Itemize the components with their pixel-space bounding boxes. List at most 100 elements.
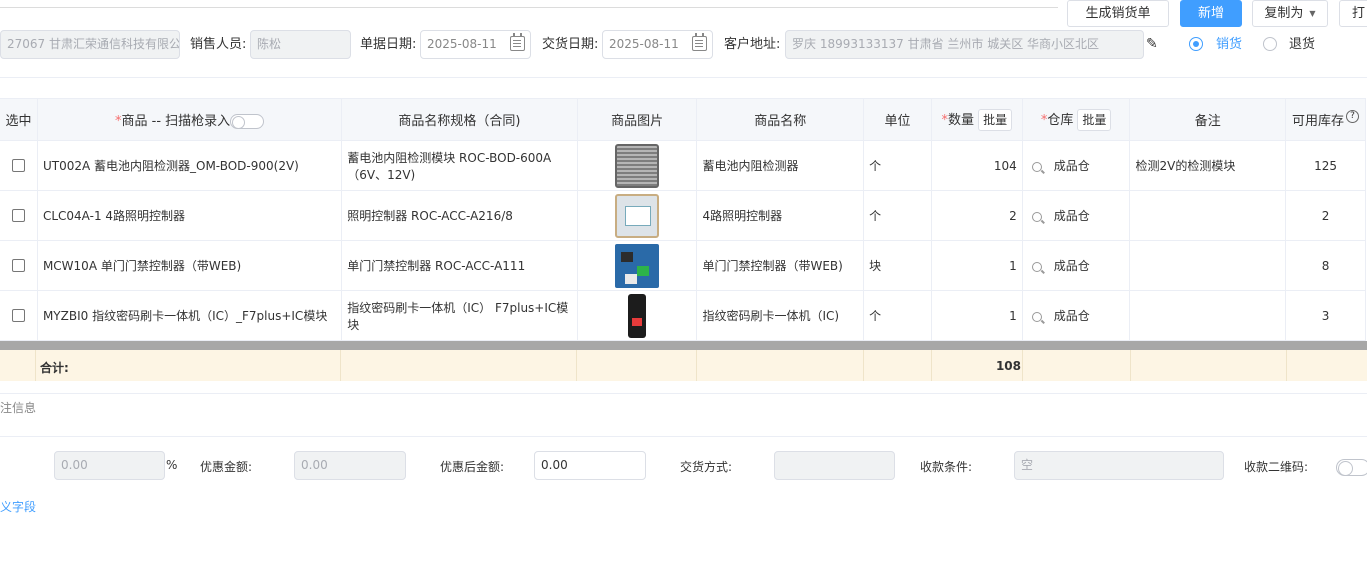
warehouse-value: 成品仓 [1053,209,1090,223]
salesperson-label: 销售人员: [190,37,247,52]
warehouse-cell[interactable]: 成品仓 [1021,140,1131,191]
remark-section-title: 注信息 [0,401,37,415]
product-image[interactable] [615,243,660,288]
unit-cell: 个 [863,140,932,191]
name-cell: 4路照明控制器 [696,190,865,241]
total-label: 合计: [40,361,69,375]
toolbar-divider [0,7,1058,8]
payment-terms-input[interactable]: 空 [1014,451,1224,480]
percent-label: % [166,458,178,472]
remark-cell[interactable] [1129,240,1287,291]
warehouse-batch-button[interactable]: 批量 [1077,108,1112,131]
edit-icon[interactable]: ✎ [1146,36,1158,52]
address-field[interactable]: 罗庆 18993133137 甘肃省 兰州市 城关区 华商小区北区 [785,30,1144,59]
remark-cell[interactable] [1129,290,1287,341]
discount-amount-label: 优惠金额: [200,460,253,474]
total-qty: 108 [995,359,1021,373]
header-product: *商品 -- 扫描枪录入 [36,98,343,141]
add-new-button[interactable]: 新增 [1180,0,1242,27]
remark-cell[interactable] [1129,190,1287,241]
salesperson-field[interactable]: 陈松 [250,30,351,59]
address-label: 客户地址: [724,37,781,52]
sale-radio[interactable] [1189,37,1203,51]
header-qty: *数量 批量 [930,98,1023,141]
spec-cell: 蓄电池内阻检测模块 ROC-BOD-600A（6V、12V) [341,140,578,191]
after-discount-input[interactable]: 0.00 [534,451,646,480]
delivery-method-label: 交货方式: [680,460,733,474]
row-checkbox[interactable] [11,209,25,222]
warehouse-cell[interactable]: 成品仓 [1021,240,1131,291]
delivery-method-input[interactable] [774,451,895,480]
section-divider [0,436,1367,437]
row-checkbox[interactable] [11,309,25,322]
header-stock: 可用库存? [1285,98,1366,141]
doc-date-label: 单据日期: [360,37,417,52]
warehouse-cell[interactable]: 成品仓 [1021,290,1131,341]
spec-cell: 照明控制器 ROC-ACC-A216/8 [341,190,578,241]
qty-cell[interactable]: 104 [930,140,1023,191]
return-radio[interactable] [1263,37,1277,51]
qty-cell[interactable]: 2 [930,190,1023,241]
search-icon[interactable] [1031,211,1042,222]
print-button[interactable]: 打 [1339,0,1367,27]
table-row[interactable]: MYZBI0 指纹密码刷卡一体机（IC）_F7plus+IC模块 指纹密码刷卡一… [0,290,1366,341]
after-discount-label: 优惠后金额: [440,460,505,474]
product-image[interactable] [628,293,647,338]
payment-terms-label: 收款条件: [920,460,973,474]
unit-cell: 块 [863,240,932,291]
header-stock-label: 可用库存 [1292,114,1345,129]
row-checkbox[interactable] [11,159,25,172]
header-warehouse-label: 仓库 [1047,112,1074,128]
table-row[interactable]: MCW10A 单门门禁控制器（带WEB) 单门门禁控制器 ROC-ACC-A11… [0,240,1366,291]
scanner-toggle[interactable] [230,114,265,129]
product-image[interactable] [615,143,660,188]
discount-rate-input[interactable]: 0.00 [54,451,165,480]
stock-cell: 3 [1285,290,1366,341]
unit-cell: 个 [863,290,932,341]
table-row[interactable]: UT002A 蓄电池内阻检测器_OM-BOD-900(2V) 蓄电池内阻检测模块… [0,140,1366,191]
customer-field[interactable]: 27067 甘肃汇荣通信科技有限公司 [0,30,180,59]
stock-cell: 125 [1285,140,1366,191]
section-divider [0,393,1367,394]
product-cell[interactable]: CLC04A-1 4路照明控制器 [36,190,343,241]
product-cell[interactable]: MCW10A 单门门禁控制器（带WEB) [36,240,343,291]
warehouse-value: 成品仓 [1053,259,1090,273]
qty-cell[interactable]: 1 [930,240,1023,291]
qty-batch-button[interactable]: 批量 [978,108,1013,131]
qr-code-toggle[interactable] [1336,459,1367,476]
header-qty-label: 数量 [948,112,975,128]
spec-cell: 单门门禁控制器 ROC-ACC-A111 [341,240,578,291]
product-image[interactable] [615,193,660,238]
warehouse-value: 成品仓 [1053,159,1090,173]
stock-cell: 2 [1285,190,1366,241]
stock-cell: 8 [1285,240,1366,291]
search-icon[interactable] [1031,311,1042,322]
copy-as-dropdown[interactable]: 复制为 ▼ [1252,0,1328,27]
delivery-date-label: 交货日期: [542,37,599,52]
qr-code-label: 收款二维码: [1244,460,1309,474]
qty-cell[interactable]: 1 [930,290,1023,341]
header-image: 商品图片 [576,98,698,141]
horizontal-scrollbar[interactable] [0,341,1367,350]
form-divider [0,77,1367,78]
product-cell[interactable]: MYZBI0 指纹密码刷卡一体机（IC）_F7plus+IC模块 [36,290,343,341]
help-icon[interactable]: ? [1346,110,1360,123]
search-icon[interactable] [1031,161,1042,172]
table-row[interactable]: CLC04A-1 4路照明控制器 照明控制器 ROC-ACC-A216/8 4路… [0,190,1366,241]
generate-sales-order-button[interactable]: 生成销货单 [1067,0,1169,27]
search-icon[interactable] [1031,261,1042,272]
product-cell[interactable]: UT002A 蓄电池内阻检测器_OM-BOD-900(2V) [36,140,343,191]
return-radio-label[interactable]: 退货 [1289,30,1315,59]
name-cell: 单门门禁控制器（带WEB) [696,240,865,291]
row-checkbox[interactable] [11,259,25,272]
calendar-icon[interactable] [692,33,707,51]
remark-cell[interactable]: 检测2V的检测模块 [1129,140,1287,191]
name-cell: 指纹密码刷卡一体机（IC) [696,290,865,341]
header-remark: 备注 [1129,98,1287,141]
sale-radio-label[interactable]: 销货 [1216,30,1242,59]
custom-fields-link[interactable]: 义字段 [0,498,36,515]
product-table: 选中 *商品 -- 扫描枪录入 商品名称规格（合同) 商品图片 商品名称 单位 … [0,98,1366,341]
calendar-icon[interactable] [510,33,525,51]
discount-amount-input[interactable]: 0.00 [294,451,406,480]
warehouse-cell[interactable]: 成品仓 [1021,190,1131,241]
